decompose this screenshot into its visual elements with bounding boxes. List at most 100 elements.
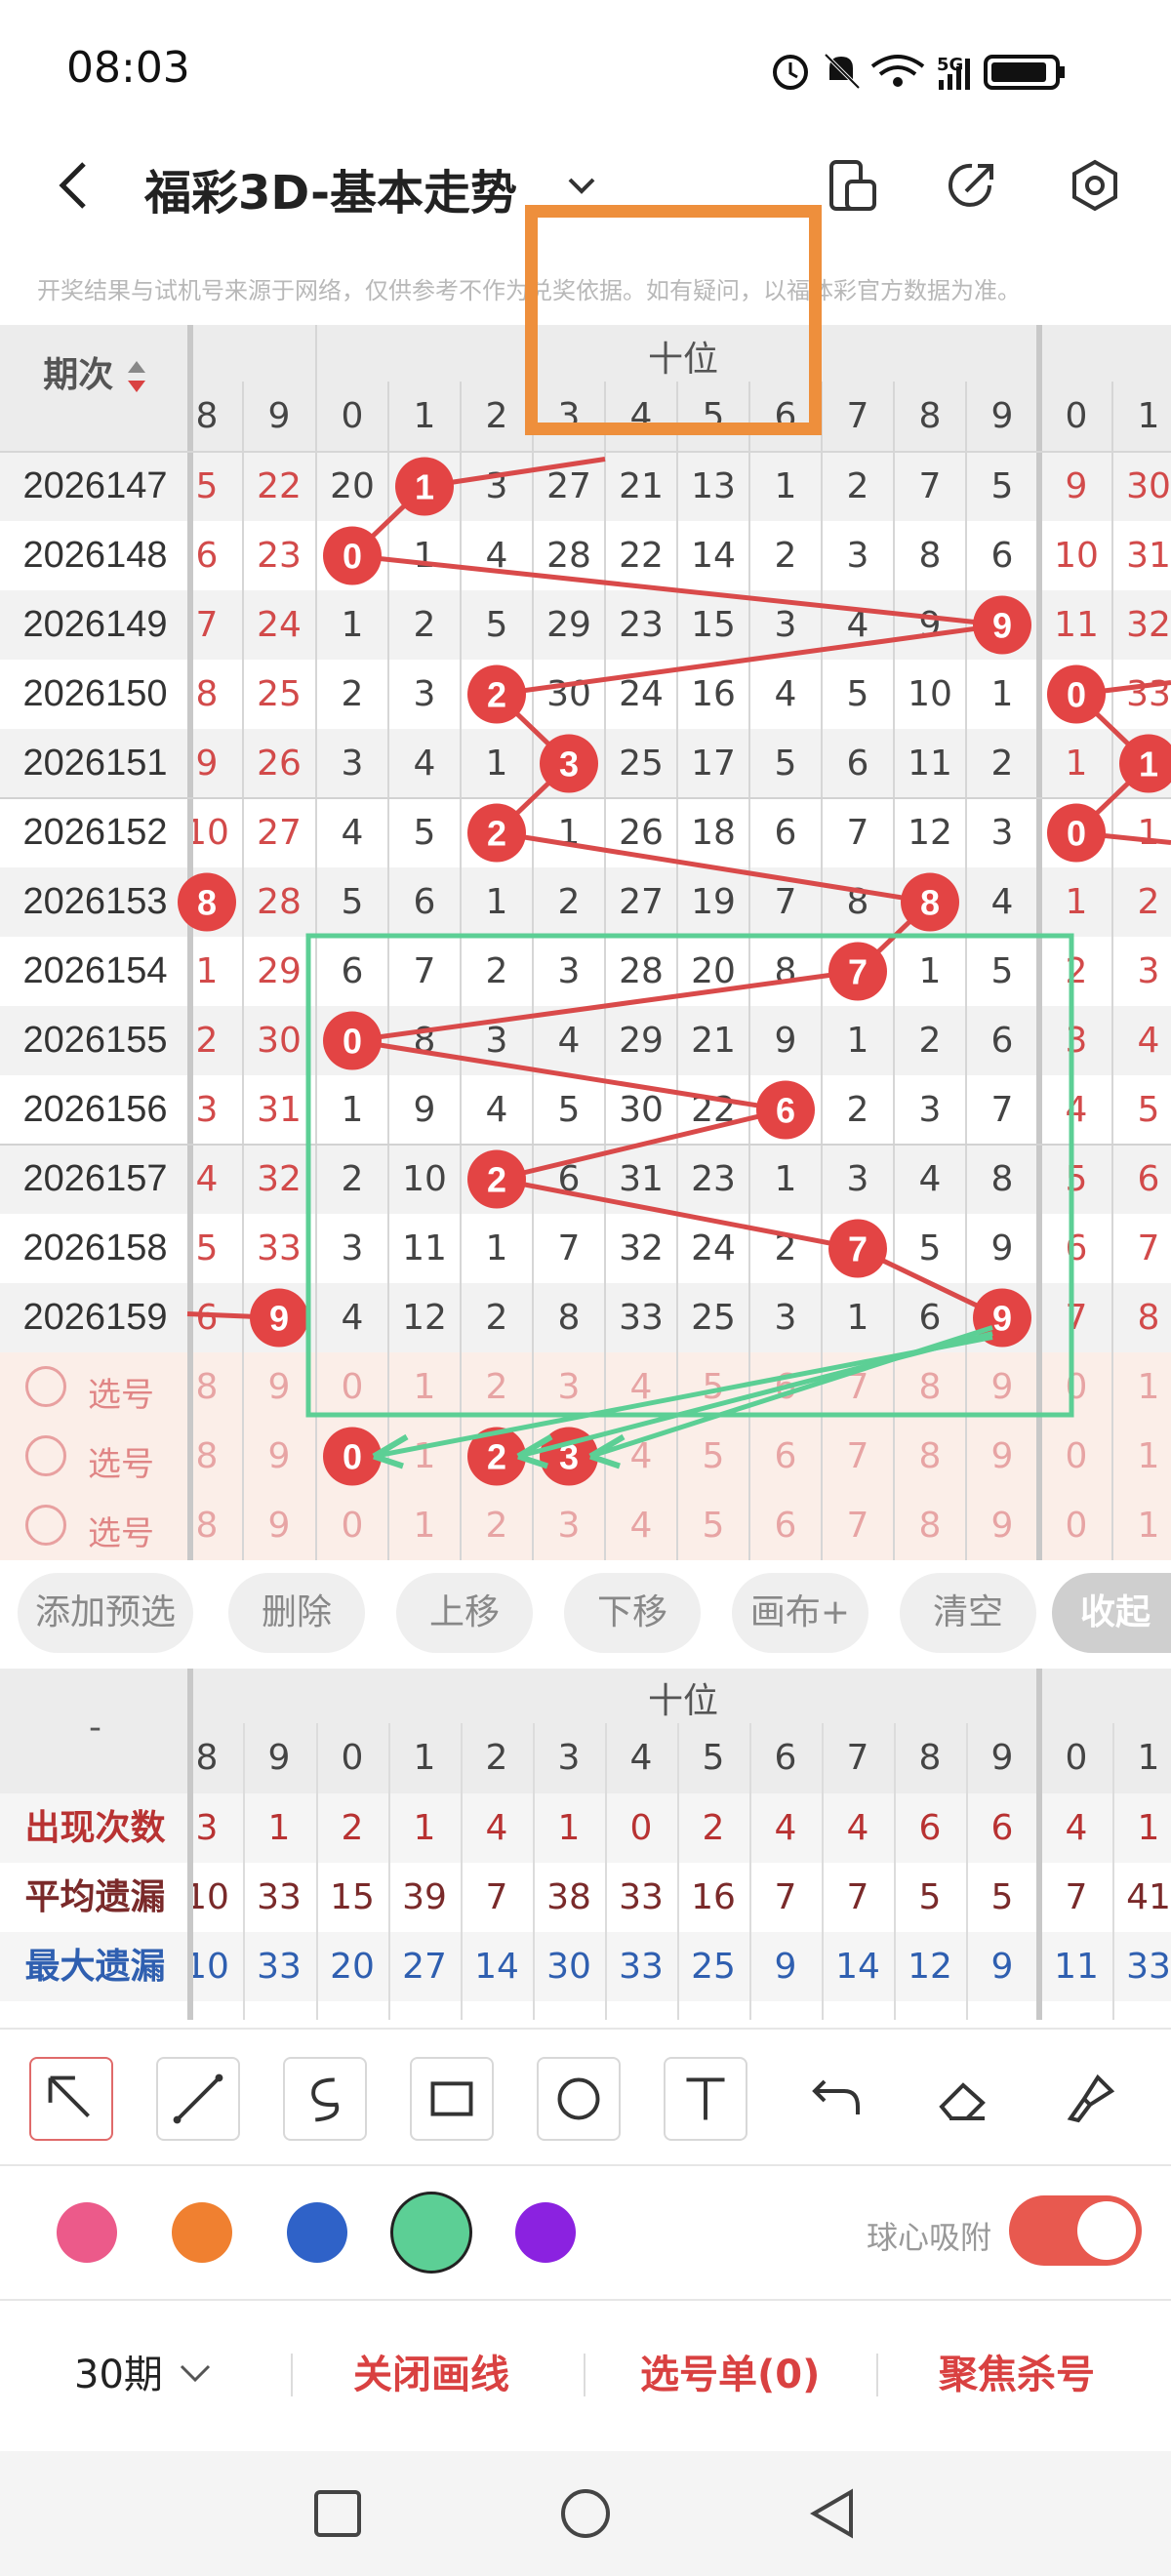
stats-digit-header: 3 [557,1738,581,1778]
stats-cell: 3 [195,1808,219,1848]
stats-cell: 2 [702,1808,725,1848]
stats-cell: 4 [1065,1808,1088,1848]
stats-cell: 1 [557,1808,581,1848]
stats-cell: 12 [908,1947,952,1987]
snap-label: 球心吸附 [867,2219,992,2256]
hit-ball-label: 6 [776,1091,795,1131]
stats-grid-line [1112,1723,1114,2020]
stats-corner: - [89,1708,101,1748]
stats-digit-header: 2 [485,1738,508,1778]
snap-toggle-knob [1077,2201,1136,2260]
phone-rotate-icon [829,160,876,211]
stats-digit-header: 0 [341,1738,364,1778]
rotate-button[interactable] [828,158,878,213]
back-button[interactable] [49,156,98,215]
color-swatch[interactable] [390,2192,472,2274]
color-swatch[interactable] [515,2202,576,2263]
home-button[interactable] [558,2486,613,2541]
color-swatch[interactable] [287,2202,347,2263]
action-button[interactable]: 画布+ [732,1573,868,1653]
hit-ball-label: 9 [992,1299,1012,1339]
hit-ball-label: 3 [559,745,579,785]
stats-grid-line [461,1723,463,2020]
picked-ball-label: 2 [487,1437,506,1477]
bottom-divider [584,2354,586,2396]
stats-cell: 15 [330,1877,375,1917]
prev-hit-ball-label: 9 [269,1299,289,1339]
stats-grid-line [316,1723,318,2020]
stats-cell: 10 [184,1947,229,1987]
annotation-arrow [589,1325,993,1459]
stats-cell: 16 [691,1877,736,1917]
collapse-button[interactable]: 收起 [1052,1573,1171,1653]
hit-ball-label: 0 [343,1022,362,1062]
stats-grid-line [822,1723,824,2020]
group-separator [187,325,193,1560]
settings-button[interactable] [1068,158,1122,213]
square-icon [314,2490,361,2537]
stats-cell: 2 [341,1808,364,1848]
stats-cell: 39 [402,1877,447,1917]
undo-icon [812,2079,860,2114]
stats-grid-line [677,1723,679,2020]
stats-cell: 1 [267,1808,291,1848]
tool-divider [0,2028,1171,2030]
rectangle-tool[interactable] [410,2057,494,2141]
color-swatch[interactable] [57,2202,117,2263]
next-hit-ball-label: 0 [1067,675,1086,715]
stats-grid-line [749,1723,751,2020]
brush-icon [1067,2073,1115,2123]
action-button[interactable]: 上移 [396,1573,533,1653]
text-tool[interactable] [664,2057,747,2141]
select-arrow-tool[interactable] [29,2057,113,2141]
picked-ball-label: 0 [343,1437,362,1477]
period-label: 30期 [74,2353,163,2397]
stats-cell: 7 [774,1877,797,1917]
stats-cell: 4 [774,1808,797,1848]
focus-kill-button[interactable]: 聚焦杀号 [939,2346,1095,2404]
action-button[interactable]: 下移 [564,1573,701,1653]
prev-hit-ball-label: 8 [197,883,217,923]
back-nav-button[interactable] [806,2486,861,2541]
pick-list-button[interactable]: 选号单(0) [640,2346,820,2404]
line-tool[interactable] [156,2057,240,2141]
share-button[interactable] [945,158,999,213]
stats-label: 最大遗漏 [24,1947,166,1987]
action-button[interactable]: 清空 [900,1573,1036,1653]
home-circle-icon [561,2489,610,2538]
curve-tool[interactable] [283,2057,367,2141]
hit-ball-label: 1 [415,467,434,507]
stats-cell: 7 [846,1877,869,1917]
close-lines-button[interactable]: 关闭画线 [353,2346,509,2404]
action-button[interactable]: 添加预选 [18,1573,193,1653]
recent-apps-button[interactable] [310,2486,365,2541]
undo-tool[interactable] [794,2057,878,2141]
stats-cell: 33 [257,1947,302,1987]
action-button[interactable]: 删除 [228,1573,365,1653]
bottom-divider [291,2354,293,2396]
stats-label: 平均遗漏 [24,1877,166,1917]
color-swatch[interactable] [172,2202,232,2263]
hit-ball-label: 8 [920,883,940,923]
stats-cell: 0 [629,1808,653,1848]
snap-toggle[interactable] [1009,2195,1142,2266]
stats-cell: 5 [990,1877,1014,1917]
stats-label: 出现次数 [24,1808,166,1848]
page-title[interactable]: 福彩3D-基本走势 [144,154,517,222]
select-arrow-icon [48,2075,90,2117]
stats-cell: 27 [402,1947,447,1987]
stats-cell: 11 [1054,1947,1099,1987]
stats-cell: 5 [918,1877,942,1917]
eraser-tool[interactable] [921,2057,1005,2141]
title-dropdown[interactable] [562,166,601,205]
stats-digit-header: 6 [774,1738,797,1778]
brush-tool[interactable] [1048,2057,1132,2141]
circle-tool[interactable] [537,2057,621,2141]
stats-grid-line [243,1723,245,2020]
tool-divider-3 [0,2299,1171,2301]
stats-digit-header: 0 [1065,1738,1088,1778]
hit-ball-label: 7 [848,952,868,992]
period-select[interactable]: 30期 [74,2346,215,2404]
tool-divider-2 [0,2164,1171,2166]
stats-cell: 25 [691,1947,736,1987]
